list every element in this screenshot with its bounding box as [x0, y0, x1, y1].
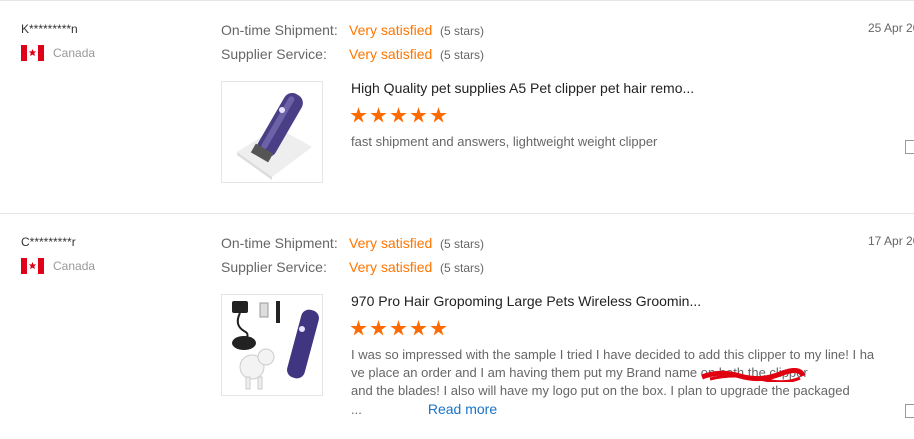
clipper-kit-image [232, 301, 319, 390]
helpful-icon[interactable] [905, 140, 914, 154]
product-title[interactable]: High Quality pet supplies A5 Pet clipper… [351, 80, 694, 96]
rating-label: On-time Shipment: [221, 235, 338, 251]
rating-value: Very satisfied [349, 235, 433, 251]
helpful-icon[interactable] [905, 404, 914, 418]
country-name: Canada [53, 259, 96, 273]
buyer-country: Canada [21, 45, 95, 61]
rating-label: Supplier Service: [221, 259, 327, 275]
rating-label: Supplier Service: [221, 46, 327, 62]
buyer-name: C*********r [21, 235, 76, 249]
country-name: Canada [53, 46, 96, 60]
star-icon [410, 107, 427, 123]
comment-ellipsis: ... [351, 402, 362, 417]
product-rating-stars [350, 107, 447, 124]
product-rating-stars [350, 320, 447, 337]
canada-flag-icon [21, 258, 44, 274]
canada-flag-icon [21, 45, 44, 61]
star-icon [430, 320, 447, 336]
comment-line: ve place an order and I am having them p… [351, 365, 808, 380]
rating-label: On-time Shipment: [221, 22, 338, 38]
read-more-link[interactable]: Read more [428, 401, 497, 417]
rating-value: Very satisfied [349, 259, 433, 275]
star-icon [410, 320, 427, 336]
comment-line-last: ... Read more [351, 400, 911, 419]
star-icon [350, 107, 367, 123]
product-thumbnail[interactable] [221, 294, 323, 396]
review-date: 17 Apr 20 [868, 234, 914, 248]
buyer-name: K*********n [21, 22, 78, 36]
review-divider [0, 213, 914, 214]
rating-stars-text: (5 stars) [440, 24, 485, 38]
star-icon [390, 320, 407, 336]
redaction-scribble [701, 368, 805, 382]
star-icon [370, 320, 387, 336]
star-icon [390, 107, 407, 123]
comment-line: I was so impressed with the sample I tri… [351, 347, 875, 362]
rating-stars-text: (5 stars) [440, 237, 485, 251]
star-icon [370, 107, 387, 123]
rating-value: Very satisfied [349, 46, 433, 62]
star-icon [430, 107, 447, 123]
rating-stars-text: (5 stars) [440, 48, 485, 62]
buyer-country: Canada [21, 258, 95, 274]
rating-value: Very satisfied [349, 22, 433, 38]
review-date: 25 Apr 20 [868, 21, 914, 35]
top-divider [0, 0, 914, 1]
clipper-image [237, 92, 312, 180]
comment-line: and the blades! I also will have my logo… [351, 383, 850, 398]
review-comment: I was so impressed with the sample I tri… [351, 346, 911, 419]
star-icon [350, 320, 367, 336]
rating-stars-text: (5 stars) [440, 261, 485, 275]
review-comment: fast shipment and answers, lightweight w… [351, 134, 658, 149]
product-thumbnail[interactable] [221, 81, 323, 183]
product-title[interactable]: 970 Pro Hair Gropoming Large Pets Wirele… [351, 293, 701, 309]
